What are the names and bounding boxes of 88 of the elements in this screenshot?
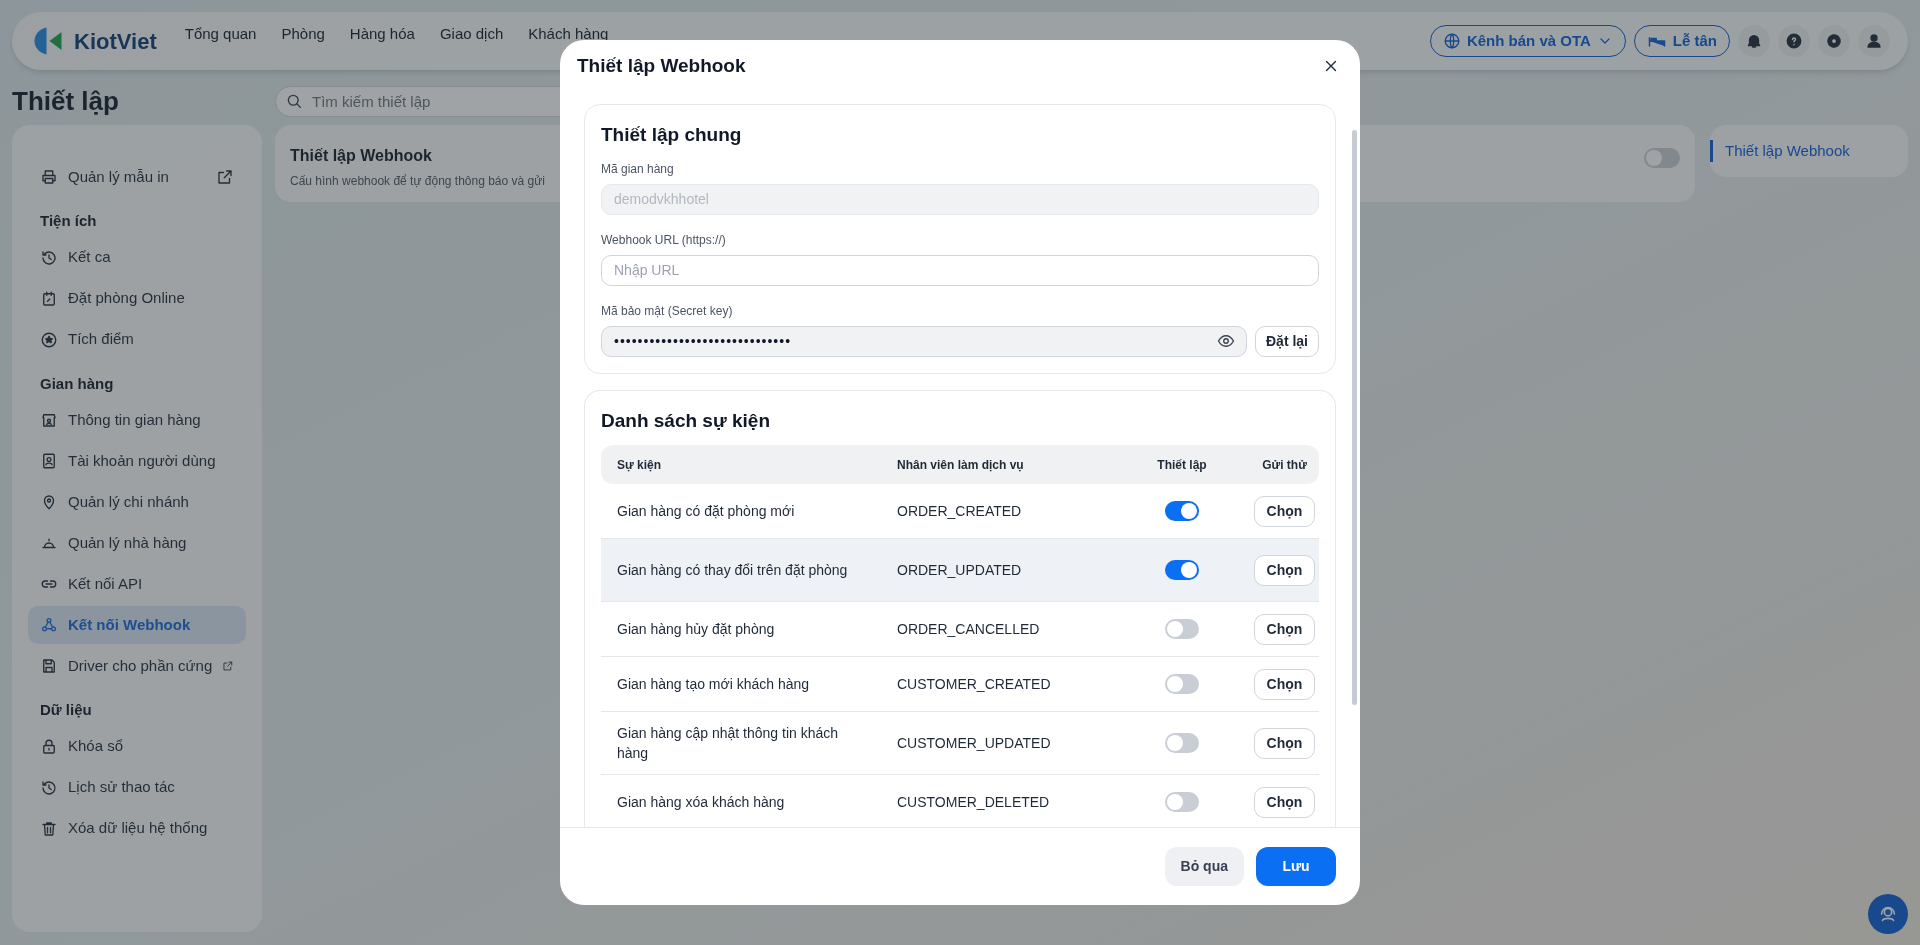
- nav-link[interactable]: Hàng hóa: [349, 23, 415, 46]
- sidebar-icon: [40, 248, 58, 267]
- section-heading: Gian hàng: [39, 373, 115, 394]
- card-description: Cấu hình webhook để tự động thông báo và gửi: [290, 173, 546, 190]
- event-name: Gian hàng cập nhật thông tin khách hàng: [617, 724, 840, 763]
- event-code: CUSTOMER_UPDATED: [897, 733, 1052, 753]
- choose-button[interactable]: Chọn: [1253, 786, 1316, 818]
- sidebar-icon: [40, 168, 58, 186]
- toggle-switch[interactable]: [1165, 619, 1199, 639]
- notification-icon: [1745, 32, 1763, 50]
- support-button[interactable]: [1868, 894, 1908, 934]
- logo-text[interactable]: KiotViet: [74, 24, 157, 58]
- globe-icon: [1442, 32, 1461, 50]
- section-title: Danh sách sự kiện: [601, 408, 771, 433]
- page-title: Thiết lập: [12, 85, 120, 118]
- choose-button[interactable]: Chọn: [1253, 727, 1316, 759]
- toggle-switch[interactable]: [1165, 560, 1199, 580]
- field-label: Mã bảo mật (Secret key): [601, 302, 734, 320]
- event-name: Gian hàng hủy đặt phòng: [617, 620, 776, 639]
- event-code: ORDER_CREATED: [897, 501, 1023, 521]
- toggle-switch[interactable]: [1165, 501, 1199, 521]
- user-icon: [1865, 32, 1883, 50]
- sidebar-item[interactable]: Quản lý chi nhánh: [28, 483, 246, 521]
- sidebar-item[interactable]: Thông tin gian hàng: [28, 401, 246, 439]
- sidebar-item[interactable]: Tích điểm: [28, 320, 246, 359]
- section-heading: Tiện ích: [39, 211, 98, 231]
- field-label: Webhook URL (https://): [601, 231, 727, 249]
- sidebar-icon: [40, 452, 58, 470]
- event-code: CUSTOMER_DELETED: [897, 792, 1051, 812]
- column-header: Gửi thử: [1261, 456, 1308, 474]
- choose-button[interactable]: Chọn: [1253, 613, 1316, 645]
- section-title: Thiết lập chung: [601, 123, 743, 147]
- event-name: Gian hàng có đặt phòng mới: [617, 502, 796, 521]
- event-name: Gian hàng xóa khách hàng: [617, 793, 786, 812]
- sidebar-icon: [40, 411, 58, 429]
- settings-button[interactable]: [1818, 25, 1850, 57]
- column-header: Nhân viên làm dịch vụ: [897, 456, 1025, 474]
- choose-button[interactable]: Chọn: [1253, 554, 1316, 586]
- modal-title: Thiết lập Webhook: [577, 53, 746, 78]
- help-button[interactable]: [1778, 25, 1810, 57]
- event-code: CUSTOMER_CREATED: [897, 674, 1052, 694]
- table-row[interactable]: Gian hàng có thay đổi trên đặt phòng ORDER_UPDATED Chọn: [601, 539, 1319, 602]
- notification-button[interactable]: [1738, 25, 1770, 57]
- nav-link[interactable]: Phòng: [281, 23, 325, 46]
- sidebar-icon: [40, 330, 58, 349]
- field-label: Mã gian hàng: [601, 160, 675, 178]
- secret-key-field[interactable]: ••••••••••••••••••••••••••••••: [601, 325, 1247, 357]
- nav-link[interactable]: Giao dịch: [439, 23, 504, 46]
- sidebar-icon: [40, 737, 58, 756]
- toggle-switch[interactable]: [1644, 148, 1680, 168]
- sidebar-icon: [40, 616, 58, 634]
- save-button[interactable]: Lưu: [1256, 847, 1336, 886]
- search-icon: [285, 92, 303, 110]
- toggle-switch[interactable]: [1165, 674, 1199, 694]
- sidebar-icon: [40, 657, 58, 675]
- sidebar-item[interactable]: Tài khoản người dùng: [28, 442, 246, 480]
- user-button[interactable]: [1858, 25, 1890, 57]
- sidebar-item[interactable]: Khóa sổ: [28, 727, 246, 766]
- event-name: Gian hàng có thay đổi trên đặt phòng: [617, 561, 849, 580]
- toggle-switch[interactable]: [1165, 792, 1199, 812]
- reset-button[interactable]: Đặt lại: [1255, 325, 1319, 357]
- sidebar-item[interactable]: Quản lý mẫu in: [28, 158, 246, 196]
- choose-button[interactable]: Chọn: [1253, 668, 1316, 700]
- event-code: ORDER_CANCELLED: [897, 619, 1041, 639]
- card-title: Thiết lập Webhook: [290, 146, 433, 166]
- sidebar-item[interactable]: Đặt phòng Online: [28, 279, 246, 318]
- sidebar-item[interactable]: Driver cho phần cứng: [28, 647, 246, 685]
- column-header: Sự kiện: [617, 456, 663, 474]
- cancel-button[interactable]: Bỏ qua: [1164, 847, 1244, 886]
- sidebar-icon: [40, 819, 58, 838]
- sidebar-item[interactable]: Quản lý nhà hàng: [28, 524, 246, 562]
- scrollbar[interactable]: [1352, 130, 1357, 705]
- sidebar-icon: [40, 778, 58, 797]
- help-icon: [1785, 32, 1803, 50]
- choose-button[interactable]: Chọn: [1253, 495, 1316, 527]
- column-header: Thiết lập: [1156, 456, 1208, 474]
- sidebar-item[interactable]: Lịch sử thao tác: [28, 768, 246, 807]
- nav-link[interactable]: Tổng quan: [184, 23, 257, 46]
- sidebar-item[interactable]: Kết nối API: [28, 565, 246, 603]
- sidebar-icon: [40, 289, 58, 308]
- input-field[interactable]: Nhập URL: [601, 254, 1319, 286]
- event-name: Gian hàng tạo mới khách hàng: [617, 675, 811, 694]
- toggle-switch[interactable]: [1165, 733, 1199, 753]
- sidebar-item[interactable]: Xóa dữ liệu hệ thống: [28, 809, 246, 848]
- event-code: ORDER_UPDATED: [897, 560, 1023, 580]
- toc-link[interactable]: Thiết lập Webhook: [1710, 139, 1908, 163]
- sidebar-item[interactable]: Kết ca: [28, 238, 246, 277]
- section-heading: Dữ liệu: [39, 700, 93, 720]
